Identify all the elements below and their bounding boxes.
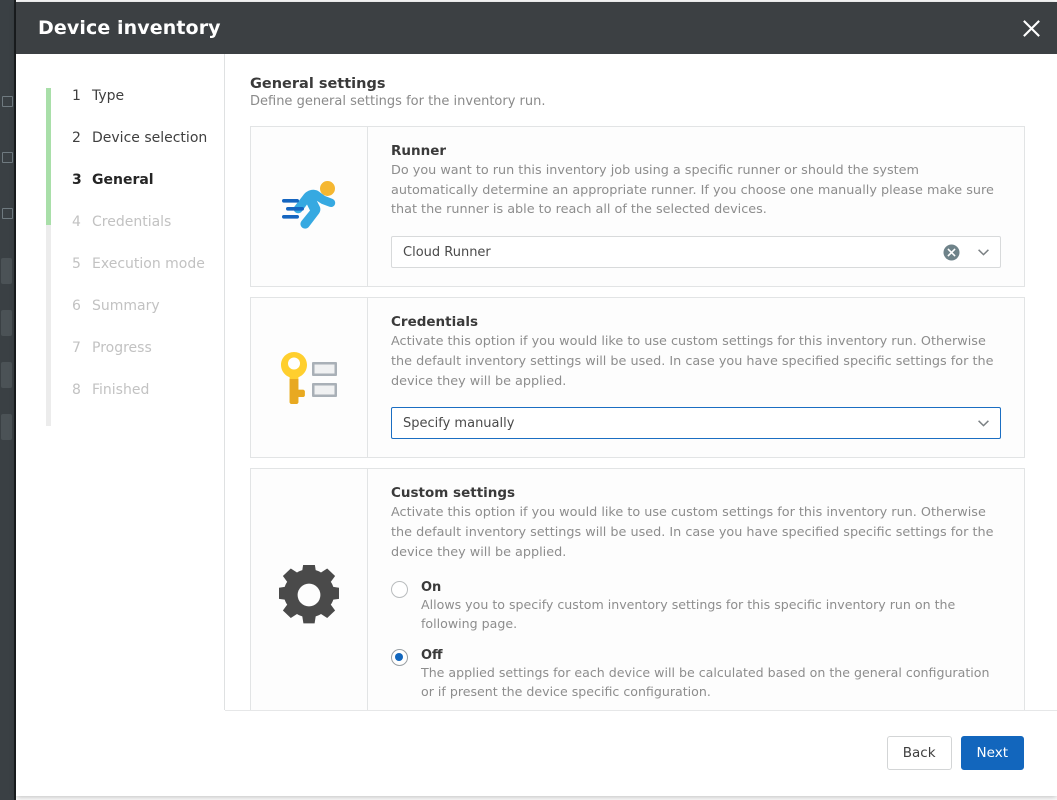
step-number: 8 [72,382,92,398]
custom-settings-radio-group: On Allows you to specify custom inventor… [391,580,1001,702]
radio-on-text: On Allows you to specify custom inventor… [421,580,1001,634]
dialog-footer: Back Next [16,710,1057,796]
credentials-card-icon-cell [251,298,368,457]
wizard-progress-fill [46,88,51,225]
runner-card: Runner Do you want to run this inventory… [250,126,1025,287]
step-label: Progress [92,340,152,356]
runner-select[interactable]: Cloud Runner [391,236,1001,268]
radio-off-indicator [391,649,408,666]
rail-block-4 [1,414,12,440]
step-number: 5 [72,256,92,272]
step-label: Credentials [92,214,171,230]
footer-divider [225,710,1057,711]
credentials-card: Credentials Activate this option if you … [250,297,1025,458]
radio-option-off[interactable]: Off The applied settings for each device… [391,648,1001,702]
runner-select-value: Cloud Runner [403,245,943,260]
page-title: General settings [250,76,1025,92]
rail-icon-3 [2,208,13,219]
wizard-step-sidebar: 1 Type 2 Device selection 3 General 4 Cr… [16,54,225,710]
wizard-content-pane: General settings Define general settings… [225,54,1057,710]
step-label: Summary [92,298,160,314]
step-number: 3 [72,172,92,188]
wizard-progress-track [46,88,51,426]
next-button[interactable]: Next [961,736,1024,770]
runner-card-description: Do you want to run this inventory job us… [391,161,1001,220]
step-label: Device selection [92,130,207,146]
runner-card-icon-cell [251,127,368,286]
radio-off-description: The applied settings for each device wil… [421,664,1001,702]
page-subtitle: Define general settings for the inventor… [250,94,1025,109]
close-button[interactable] [1005,2,1057,54]
radio-on-indicator [391,581,408,598]
step-label: Type [92,88,124,104]
credentials-select-chevron-down-icon[interactable] [972,420,994,427]
runner-select-chevron-down-icon[interactable] [972,249,994,256]
gear-icon [279,565,339,625]
radio-off-label: Off [421,648,1001,663]
credentials-card-body: Credentials Activate this option if you … [368,298,1024,457]
runner-icon [277,177,341,237]
credentials-select[interactable]: Specify manually [391,407,1001,439]
rail-block-2 [1,310,12,336]
step-number: 7 [72,340,92,356]
credentials-card-title: Credentials [391,314,1001,330]
radio-option-on[interactable]: On Allows you to specify custom inventor… [391,580,1001,634]
credentials-card-description: Activate this option if you would like t… [391,332,1001,391]
radio-off-text: Off The applied settings for each device… [421,648,1001,702]
step-number: 4 [72,214,92,230]
clear-runner-icon[interactable] [943,244,960,261]
rail-icon-1 [2,96,13,107]
rail-icon-2 [2,152,13,163]
step-number: 1 [72,88,92,104]
custom-settings-card-icon-cell [251,469,368,710]
credentials-select-value: Specify manually [403,416,972,431]
runner-card-body: Runner Do you want to run this inventory… [368,127,1024,286]
custom-settings-card-title: Custom settings [391,485,1001,501]
dialog-title: Device inventory [38,17,221,39]
custom-settings-card: Custom settings Activate this option if … [250,468,1025,710]
rail-block-1 [1,258,12,284]
dialog-body: 1 Type 2 Device selection 3 General 4 Cr… [16,54,1057,710]
key-credentials-icon [277,348,341,408]
dialog-header: Device inventory [16,2,1057,54]
radio-on-description: Allows you to specify custom inventory s… [421,596,1001,634]
step-label: Execution mode [92,256,205,272]
step-number: 2 [72,130,92,146]
custom-settings-card-body: Custom settings Activate this option if … [368,469,1024,710]
runner-card-title: Runner [391,143,1001,159]
custom-settings-card-description: Activate this option if you would like t… [391,503,1001,562]
step-label: General [92,172,154,188]
radio-on-label: On [421,580,1001,595]
step-label: Finished [92,382,149,398]
rail-block-3 [1,362,12,388]
app-nav-rail [0,0,14,800]
device-inventory-dialog: Device inventory 1 Type 2 Device selecti… [16,2,1057,796]
close-icon [1022,19,1041,38]
back-button[interactable]: Back [887,736,952,770]
step-number: 6 [72,298,92,314]
